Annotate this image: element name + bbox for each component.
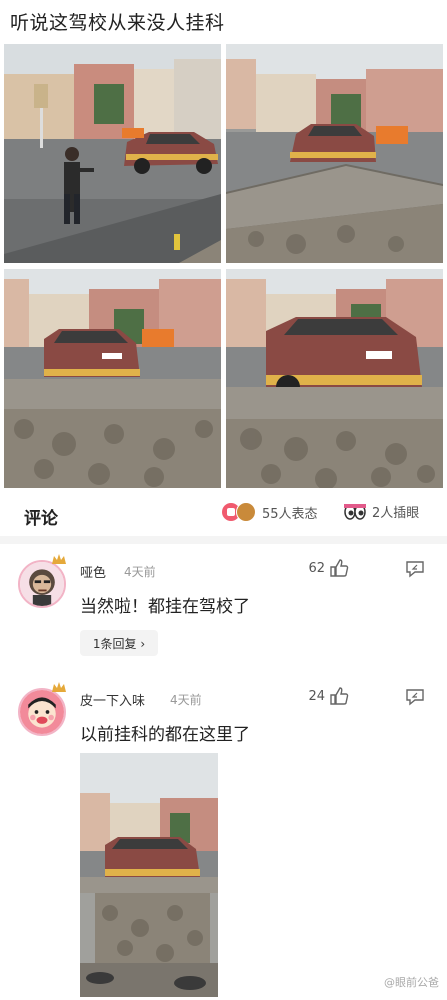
laugh-reaction-icon (236, 502, 256, 522)
post-photo-2[interactable] (226, 44, 443, 263)
photo-grid (4, 44, 443, 488)
comment-text: 以前挂科的都在这里了 (80, 725, 250, 745)
post-photo-4[interactable] (226, 269, 443, 488)
comment-image[interactable] (80, 753, 218, 997)
eye-count: 2人插眼 (372, 506, 420, 521)
view-replies-button[interactable]: 1条回复 › (80, 630, 158, 656)
crown-icon (52, 554, 66, 564)
comment-item: 哑色 4天前 62 当然啦！都挂在驾校了 1条回复 › (0, 548, 447, 673)
thumbs-up-icon[interactable] (329, 558, 349, 578)
post-text: 听说这驾校从来没人挂科 (10, 12, 225, 34)
comment-reply-icon[interactable] (405, 560, 425, 578)
comment-like-count: 62 (308, 561, 325, 576)
comments-header: 评论 55人表态 2人插眼 (0, 492, 447, 536)
reactions-count: 55人表态 (262, 506, 318, 522)
eye-summary[interactable]: 2人插眼 (344, 502, 419, 521)
post-photo-3[interactable] (4, 269, 221, 488)
reactions-summary[interactable]: 55人表态 (222, 502, 318, 522)
avatar[interactable] (18, 560, 66, 608)
comment-item: 皮一下入味 4天前 24 以前挂科的都在这里了 (0, 676, 447, 1000)
comment-reply-icon[interactable] (405, 688, 425, 706)
eyes-icon (344, 503, 366, 520)
comment-username[interactable]: 皮一下入味 (80, 690, 145, 709)
comment-time: 4天前 (170, 693, 202, 707)
crown-icon (52, 682, 66, 692)
comment-text: 当然啦！都挂在驾校了 (80, 597, 250, 617)
comments-title: 评论 (24, 509, 58, 529)
comment-time: 4天前 (124, 565, 156, 579)
thumbs-up-icon[interactable] (329, 686, 349, 706)
comment-like-count: 24 (308, 689, 325, 704)
divider (0, 536, 447, 544)
post-photo-1[interactable] (4, 44, 221, 263)
avatar[interactable] (18, 688, 66, 736)
watermark: @眼前公爸 (384, 976, 439, 989)
comment-username[interactable]: 哑色 (80, 562, 106, 581)
